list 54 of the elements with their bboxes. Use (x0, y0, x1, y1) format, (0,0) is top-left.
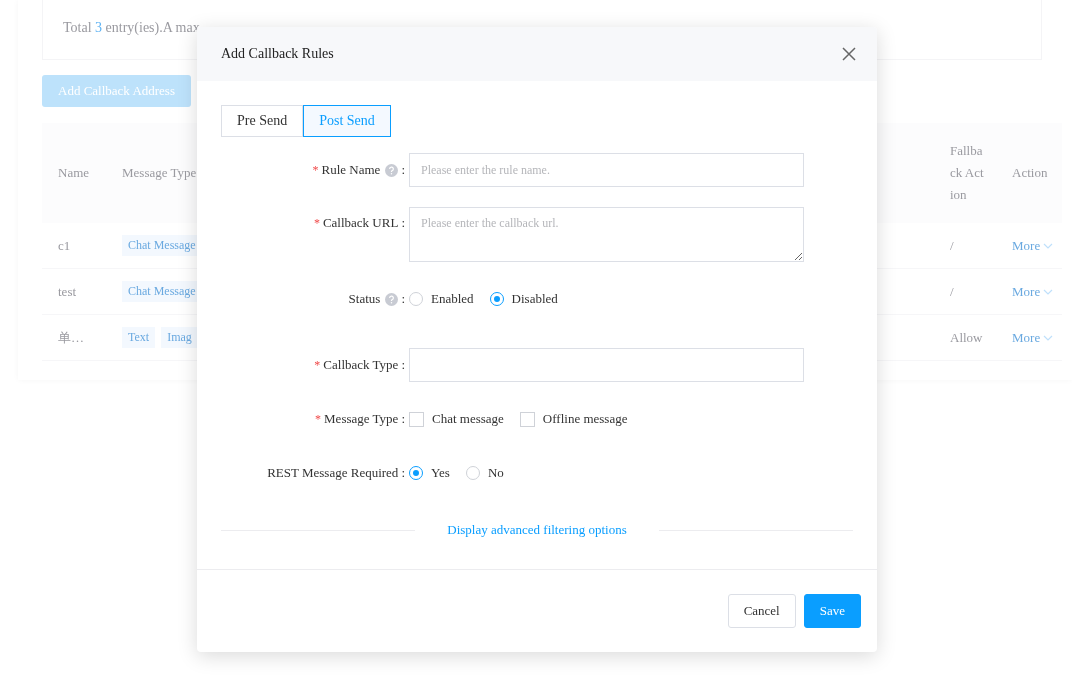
tab[interactable]: Post Send (303, 105, 391, 137)
label-colon: : (401, 215, 405, 231)
label-colon: : (401, 465, 405, 481)
column-header: Name (58, 165, 90, 180)
table-cell: / (950, 283, 954, 299)
table-cell: Allow (950, 329, 983, 345)
cancel-button[interactable]: Cancel (727, 594, 796, 628)
tag: Text (122, 327, 156, 348)
required-asterisk: * (312, 162, 319, 178)
dialog-title: Add Callback Rules (221, 46, 334, 62)
textarea-field[interactable]: Please enter the callback url. (409, 207, 804, 262)
column-header: Action (1012, 165, 1048, 180)
field-label: Callback URL (322, 215, 399, 231)
checkbox[interactable] (409, 411, 424, 427)
label-colon: : (401, 411, 405, 427)
more-link[interactable]: More (1012, 283, 1054, 300)
required-asterisk: * (314, 357, 321, 373)
table-cell: 单… (58, 329, 84, 345)
column-header: Fallback Action (950, 142, 984, 204)
option-label: No (487, 465, 504, 481)
required-asterisk: * (313, 215, 320, 231)
field-label: Rule Name (321, 162, 381, 178)
input-field[interactable]: Please enter the rule name. (409, 153, 804, 187)
help-icon[interactable] (385, 292, 399, 306)
option-label: Chat message (432, 411, 504, 427)
option-label: Disabled (511, 291, 558, 307)
help-icon[interactable] (385, 163, 399, 177)
input-field[interactable] (409, 348, 804, 382)
table-cell: c1 (58, 237, 71, 253)
table-cell: / (950, 237, 954, 253)
required-asterisk: * (315, 411, 322, 427)
chevron-down-icon (1043, 242, 1054, 249)
tag: Imag (161, 327, 198, 348)
field-label: Message Type (324, 411, 399, 427)
chevron-down-icon (1043, 334, 1054, 341)
label-colon: : (401, 357, 405, 373)
advanced-options-link[interactable]: Display advanced filtering options (447, 522, 627, 538)
checkbox[interactable] (519, 411, 535, 427)
label-colon: : (401, 291, 405, 307)
more-link[interactable]: More (1012, 329, 1054, 346)
chevron-down-icon (1043, 288, 1054, 295)
close-icon[interactable] (842, 47, 856, 61)
option-label: Yes (431, 465, 450, 481)
tab[interactable]: Pre Send (221, 105, 304, 137)
field-label: REST Message Required (267, 465, 399, 481)
column-header: Message Type (122, 165, 197, 180)
more-link[interactable]: More (1012, 237, 1054, 254)
save-button[interactable]: Save (803, 594, 861, 628)
label-colon: : (401, 162, 405, 178)
option-label: Offline message (542, 411, 628, 427)
table-cell: test (58, 283, 77, 299)
field-label: Status (348, 291, 381, 307)
option-label: Enabled (431, 291, 474, 307)
field-label: Callback Type (323, 357, 399, 373)
